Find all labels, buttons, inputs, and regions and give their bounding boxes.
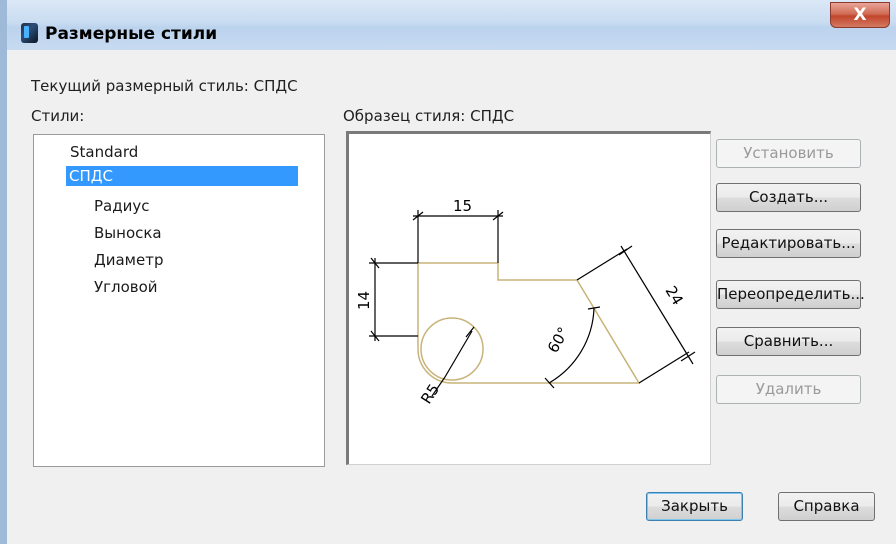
help-button[interactable]: Справка xyxy=(778,492,875,521)
style-preview: 15 14 24 60° R5 xyxy=(346,131,711,465)
dim-right-text: 24 xyxy=(662,283,687,309)
dim-left xyxy=(369,257,418,342)
title-bar[interactable]: Размерные стили X xyxy=(7,0,896,50)
preview-drawing: 15 14 24 60° R5 xyxy=(355,197,696,407)
style-item-angular[interactable]: Угловой xyxy=(94,278,158,296)
style-item-radius[interactable]: Радиус xyxy=(94,197,149,215)
set-current-button[interactable]: Установить xyxy=(716,139,861,168)
dim-right xyxy=(576,245,696,384)
style-item-spds[interactable]: СПДС xyxy=(66,166,298,186)
preview-label: Образец стиля: СПДС xyxy=(343,107,515,125)
new-style-button[interactable]: Создать... xyxy=(716,183,861,212)
dim-radius xyxy=(431,326,475,397)
override-style-button[interactable]: Переопределить... xyxy=(716,280,865,309)
styles-label: Стили: xyxy=(31,107,85,125)
autocad-app-icon xyxy=(21,23,38,43)
dim-top-text: 15 xyxy=(453,197,472,215)
compare-styles-button[interactable]: Сравнить... xyxy=(716,327,861,356)
style-item-standard[interactable]: Standard xyxy=(70,143,138,161)
dim-angle-text: 60° xyxy=(544,324,573,356)
style-item-diameter[interactable]: Диаметр xyxy=(94,251,163,269)
dimension-style-dialog: Размерные стили X Текущий размерный стил… xyxy=(0,0,896,544)
part-outline xyxy=(417,262,641,384)
style-item-leader[interactable]: Выноска xyxy=(94,224,162,242)
delete-style-button[interactable]: Удалить xyxy=(716,375,861,404)
current-style-label: Текущий размерный стиль: СПДС xyxy=(31,77,298,95)
styles-list[interactable]: Standard СПДС Радиус Выноска Диаметр Угл… xyxy=(33,134,325,467)
dim-top xyxy=(412,210,504,263)
window-title: Размерные стили xyxy=(45,24,218,44)
dim-left-text: 14 xyxy=(355,291,373,310)
modify-style-button[interactable]: Редактировать... xyxy=(716,229,861,258)
close-window-button[interactable]: X xyxy=(830,2,890,28)
close-button[interactable]: Закрыть xyxy=(646,492,743,521)
